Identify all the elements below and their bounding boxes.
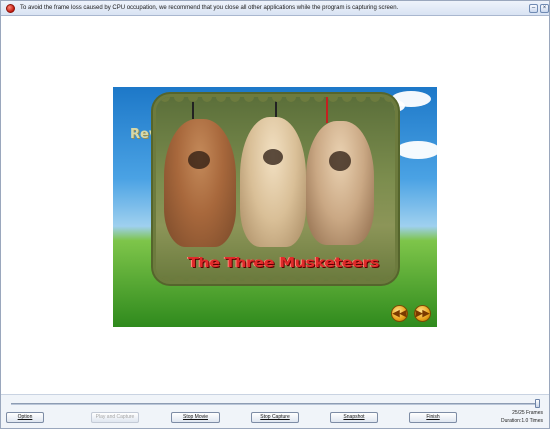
control-panel: Option Play and Capture Stop Movie Stop … [1, 394, 549, 428]
finish-button[interactable]: Finish [409, 412, 457, 423]
frame-count: 25/25 Frames [512, 410, 543, 416]
leash [326, 97, 328, 123]
scallop-edge [342, 97, 352, 102]
scallop-edge [328, 97, 338, 102]
cloud-decoration [391, 91, 431, 107]
minimize-icon[interactable]: – [529, 4, 538, 13]
scallop-edge [314, 276, 324, 281]
scallop-edge [258, 276, 268, 281]
scallop-edge [244, 276, 254, 281]
scallop-edge [188, 97, 198, 102]
snapshot-button[interactable]: Snapshot [330, 412, 378, 423]
scallop-edge [370, 97, 380, 102]
dog-face [329, 151, 351, 171]
scallop-edge [174, 276, 184, 281]
scallop-edge [258, 97, 268, 102]
record-icon [6, 4, 15, 13]
scallop-edge [174, 97, 184, 102]
dog-image [240, 117, 306, 247]
play-and-capture-button: Play and Capture [91, 412, 139, 423]
scallop-edge [160, 97, 170, 102]
scallop-edge [356, 97, 366, 102]
logo-fragment: Rev [130, 127, 158, 142]
cloud-decoration [396, 141, 437, 159]
scallop-edge [370, 276, 380, 281]
duration-label: Duration:1.0 Times [501, 418, 543, 424]
frame-slider-track[interactable] [11, 403, 536, 405]
scallop-edge [202, 97, 212, 102]
scallop-edge [342, 276, 352, 281]
stop-capture-button[interactable]: Stop Capture [251, 412, 299, 423]
scallop-edge [314, 97, 324, 102]
photo-caption: The Three Musketeers [188, 254, 379, 271]
dog-face [263, 149, 283, 165]
previous-icon[interactable]: ◀◀ [391, 305, 408, 322]
notice-bar: To avoid the frame loss caused by CPU oc… [1, 1, 549, 16]
option-button[interactable]: Option [6, 412, 44, 423]
dog-face [188, 151, 210, 169]
stop-movie-button[interactable]: Stop Movie [171, 412, 220, 423]
scallop-edge [244, 97, 254, 102]
scallop-edge [272, 276, 282, 281]
scallop-edge [216, 97, 226, 102]
dog-image [306, 121, 374, 245]
scallop-edge [160, 276, 170, 281]
scallop-edge [286, 97, 296, 102]
preview-frame: Rev The Three Musketeers ◀◀ ▶▶ [113, 87, 437, 327]
scallop-edge [202, 276, 212, 281]
next-icon[interactable]: ▶▶ [414, 305, 431, 322]
scallop-edge [230, 276, 240, 281]
scallop-edge [272, 97, 282, 102]
scallop-edge [216, 276, 226, 281]
scallop-edge [384, 276, 394, 281]
dog-image [164, 119, 236, 247]
scallop-edge [356, 276, 366, 281]
scallop-edge [300, 97, 310, 102]
notice-text: To avoid the frame loss caused by CPU oc… [20, 5, 399, 11]
scallop-edge [286, 276, 296, 281]
frame-slider-thumb[interactable] [535, 399, 540, 408]
capture-window: To avoid the frame loss caused by CPU oc… [0, 0, 550, 429]
scallop-edge [230, 97, 240, 102]
photo-card: The Three Musketeers [156, 97, 395, 281]
scallop-edge [188, 276, 198, 281]
scallop-edge [300, 276, 310, 281]
close-icon[interactable]: × [540, 4, 549, 13]
scallop-edge [328, 276, 338, 281]
